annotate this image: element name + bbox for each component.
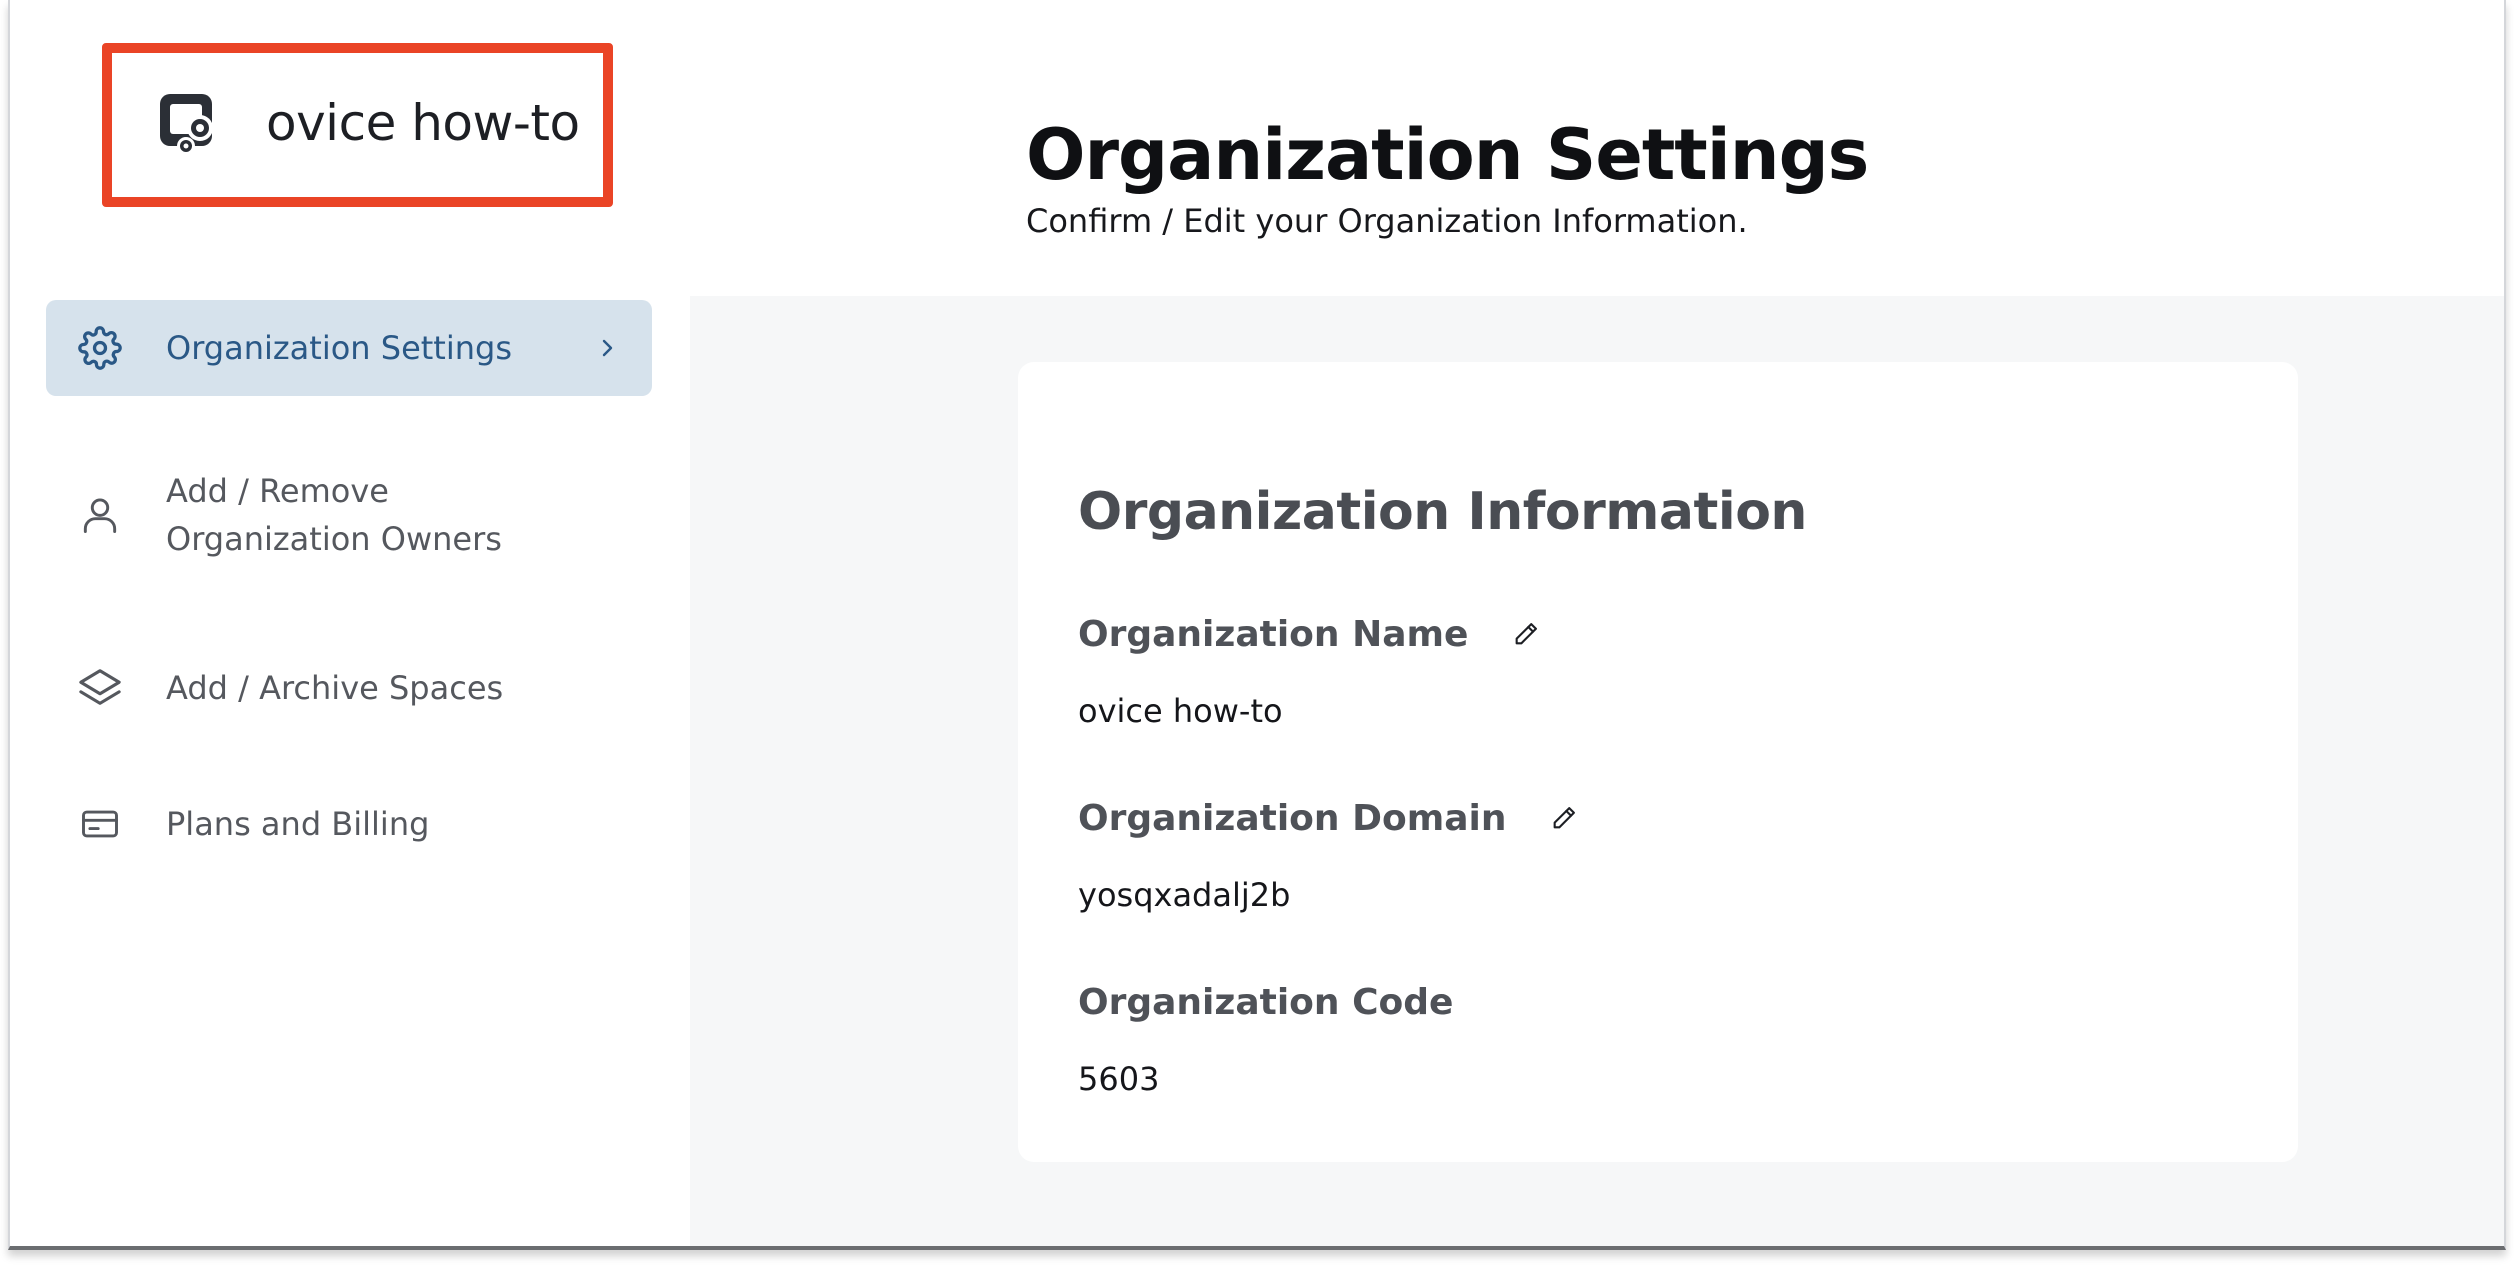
field-label-text: Organization Code [1078,982,1454,1023]
organization-domain-label: Organization Domain [1078,798,1580,839]
page-subtitle: Confirm / Edit your Organization Informa… [1026,202,1748,240]
sidebar-item-label: Add / Archive Spaces [166,669,504,707]
sidebar-item-label-line1: Add / Remove [166,472,389,510]
page-title: Organization Settings [1026,114,1869,196]
organization-name-label: Organization Name [1078,614,1542,655]
organization-name-title: ovice how-to [266,94,580,152]
field-label-text: Organization Name [1078,614,1469,655]
chevron-right-icon [598,330,622,366]
organization-name-value: ovice how-to [1078,692,1283,730]
page-header: Organization Settings Confirm / Edit you… [1026,112,1869,240]
card-title: Organization Information [1078,482,1807,542]
organization-brand[interactable]: ovice how-to [156,88,580,158]
credit-card-icon [76,800,124,848]
sidebar-item-label: Add / Remove Organization Owners [166,467,502,563]
sidebar-item-archive-spaces[interactable]: Add / Archive Spaces [46,640,652,736]
field-label-text: Organization Domain [1078,798,1507,839]
layers-icon [76,664,124,712]
organization-code-label: Organization Code [1078,982,1453,1023]
user-icon [76,491,124,539]
sidebar-item-label-line2: Organization Owners [166,520,502,558]
app-window: ovice how-to Organization Settings Confi… [8,0,2506,1250]
pencil-icon[interactable] [1512,620,1542,650]
sidebar-item-plans-billing[interactable]: Plans and Billing [46,776,652,872]
organization-domain-value: yosqxadalj2b [1078,876,1291,914]
organization-information-card: Organization Information Organization Na… [1018,362,2298,1162]
sidebar-item-organization-owners[interactable]: Add / Remove Organization Owners [46,460,652,570]
pencil-icon[interactable] [1550,804,1580,834]
sidebar-item-organization-settings[interactable]: Organization Settings [46,300,652,396]
organization-code-value: 5603 [1078,1060,1160,1098]
organization-logo-icon [156,90,222,156]
sidebar-item-label: Plans and Billing [166,805,430,843]
sidebar-item-label: Organization Settings [166,329,512,367]
gear-icon [76,324,124,372]
